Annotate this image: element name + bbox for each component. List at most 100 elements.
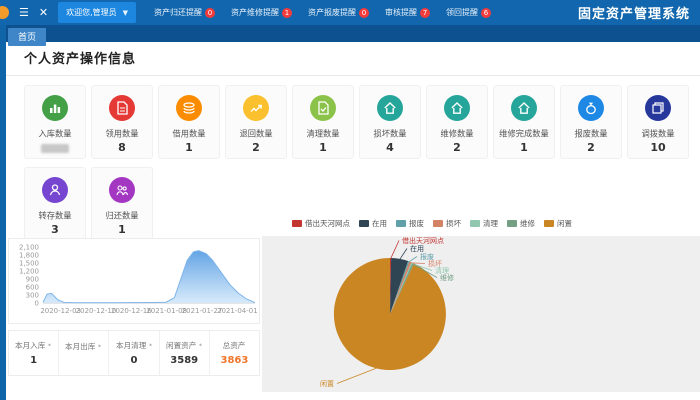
card-value: 2 <box>587 141 595 154</box>
pie-chart: 借出天河网点在用报废损坏清理维修闲置 <box>262 236 700 396</box>
stat-card-3[interactable]: 退回数量2 <box>225 85 287 159</box>
notification-badge: 7 <box>420 8 430 18</box>
app-window: ☰ ✕ 欢迎您,管理员 ▼ 资产归还提醒0资产维修提醒1资产报废提醒0审核提醒7… <box>0 0 700 400</box>
legend-item-1[interactable]: 在用 <box>359 218 387 229</box>
pie-chart-svg: 借出天河网点在用报废损坏清理维修闲置 <box>262 236 700 392</box>
file-edit-icon <box>109 95 135 121</box>
home-icon <box>444 95 470 121</box>
svg-text:0: 0 <box>35 300 39 308</box>
legend-swatch <box>396 220 406 227</box>
card-label: 维修数量 <box>440 128 473 140</box>
card-value: 4 <box>386 141 394 154</box>
svg-text:1,500: 1,500 <box>19 260 39 268</box>
redacted-value <box>41 144 69 153</box>
notification-badge: 1 <box>282 8 292 18</box>
stat-card-6[interactable]: 维修数量2 <box>426 85 488 159</box>
stat-card-0[interactable]: 入库数量 <box>24 85 86 159</box>
legend-item-2[interactable]: 报废 <box>396 218 424 229</box>
legend-swatch <box>359 220 369 227</box>
svg-text:2,100: 2,100 <box>19 244 39 252</box>
notification-badge: 0 <box>205 8 215 18</box>
legend-label: 清理 <box>483 218 498 229</box>
app-title: 固定资产管理系统 <box>578 3 700 22</box>
legend-swatch <box>544 220 554 227</box>
card-value: 1 <box>520 141 528 154</box>
app-logo-icon <box>0 6 9 19</box>
summary-stat-2: 本月清理• 0 <box>109 331 159 375</box>
stat-card-10[interactable]: 转存数量3 <box>24 167 86 241</box>
legend-swatch <box>433 220 443 227</box>
hamburger-menu-icon[interactable]: ☰ <box>19 0 29 25</box>
legend-item-4[interactable]: 清理 <box>470 218 498 229</box>
card-value: 2 <box>252 141 260 154</box>
nav-item-label: 领回提醒 <box>446 7 478 18</box>
chevron-down-icon: ▼ <box>123 9 128 17</box>
svg-text:1,800: 1,800 <box>19 252 39 260</box>
stat-label: 本月清理• <box>116 340 153 350</box>
stat-card-11[interactable]: 归还数量1 <box>91 167 153 241</box>
pages-icon <box>645 95 671 121</box>
stat-value: 0 <box>131 355 138 366</box>
stat-card-7[interactable]: 维修完成数量1 <box>493 85 555 159</box>
stat-card-5[interactable]: 损坏数量4 <box>359 85 421 159</box>
section-title: 个人资产操作信息 <box>24 48 136 67</box>
legend-item-5[interactable]: 维修 <box>507 218 535 229</box>
svg-text:1,200: 1,200 <box>19 268 39 276</box>
pie-label-借出天河网点: 借出天河网点 <box>402 236 444 245</box>
close-icon[interactable]: ✕ <box>39 0 48 25</box>
bar-chart-icon <box>42 95 68 121</box>
nav-item-label: 审核提醒 <box>385 7 417 18</box>
stat-card-9[interactable]: 调拨数量10 <box>627 85 689 159</box>
stat-card-4[interactable]: 清理数量1 <box>292 85 354 159</box>
card-value: 1 <box>118 223 126 236</box>
trend-chart-panel: 2,1001,8001,5001,20090060030002020-12-03… <box>8 238 260 324</box>
tab-home[interactable]: 首页 <box>8 28 46 46</box>
legend-item-6[interactable]: 闲置 <box>544 218 572 229</box>
legend-swatch <box>292 220 302 227</box>
nav-item-label: 资产归还提醒 <box>154 7 202 18</box>
home-icon <box>511 95 537 121</box>
user-dropdown[interactable]: 欢迎您,管理员 ▼ <box>58 2 136 23</box>
stat-card-1[interactable]: 领用数量8 <box>91 85 153 159</box>
tab-bar: 首页 <box>0 25 700 42</box>
stat-value: 3589 <box>170 355 198 366</box>
trend-icon <box>243 95 269 121</box>
layers-icon <box>176 95 202 121</box>
nav-item-2[interactable]: 资产报废提醒0 <box>308 7 369 18</box>
card-value: 3 <box>51 223 59 236</box>
stat-label: 总资产 <box>223 340 246 350</box>
summary-stat-3: 闲置资产•3589 <box>160 331 210 375</box>
summary-stat-0: 本月入库•1 <box>9 331 59 375</box>
card-label: 入库数量 <box>38 128 71 140</box>
notification-badge: 6 <box>481 8 491 18</box>
legend-label: 报废 <box>409 218 424 229</box>
nav-item-label: 资产维修提醒 <box>231 7 279 18</box>
area-chart: 2,1001,8001,5001,20090060030002020-12-03… <box>9 239 259 327</box>
card-label: 退回数量 <box>239 128 272 140</box>
file-check-icon <box>310 95 336 121</box>
stat-card-8[interactable]: 报废数量2 <box>560 85 622 159</box>
nav-item-1[interactable]: 资产维修提醒1 <box>231 7 292 18</box>
pie-chart-panel: 借出天河网点在用报废损坏清理维修闲置 借出天河网点在用报废损坏清理维修闲置 <box>262 212 700 392</box>
stat-card-2[interactable]: 借用数量1 <box>158 85 220 159</box>
legend-label: 闲置 <box>557 218 572 229</box>
section-divider <box>0 75 700 76</box>
nav-item-0[interactable]: 资产归还提醒0 <box>154 7 215 18</box>
legend-item-0[interactable]: 借出天河网点 <box>292 218 350 229</box>
collapsed-sidebar[interactable] <box>0 25 6 400</box>
legend-label: 损坏 <box>446 218 461 229</box>
pie-slice-闲置[interactable] <box>334 258 446 370</box>
nav-item-3[interactable]: 审核提醒7 <box>385 7 430 18</box>
card-label: 清理数量 <box>306 128 339 140</box>
legend-label: 借出天河网点 <box>305 218 350 229</box>
summary-stat-4: 总资产3863 <box>210 331 259 375</box>
area-series <box>43 251 255 303</box>
legend-item-3[interactable]: 损坏 <box>433 218 461 229</box>
money-bag-icon <box>578 95 604 121</box>
legend-label: 维修 <box>520 218 535 229</box>
nav-item-4[interactable]: 领回提醒6 <box>446 7 491 18</box>
topbar: ☰ ✕ 欢迎您,管理员 ▼ 资产归还提醒0 资产维修提醒1 资产报废提醒0 审核提醒7… <box>0 0 700 25</box>
card-label: 领用数量 <box>105 128 138 140</box>
summary-stat-1: 本月出库• <box>59 331 109 375</box>
card-value: 2 <box>453 141 461 154</box>
